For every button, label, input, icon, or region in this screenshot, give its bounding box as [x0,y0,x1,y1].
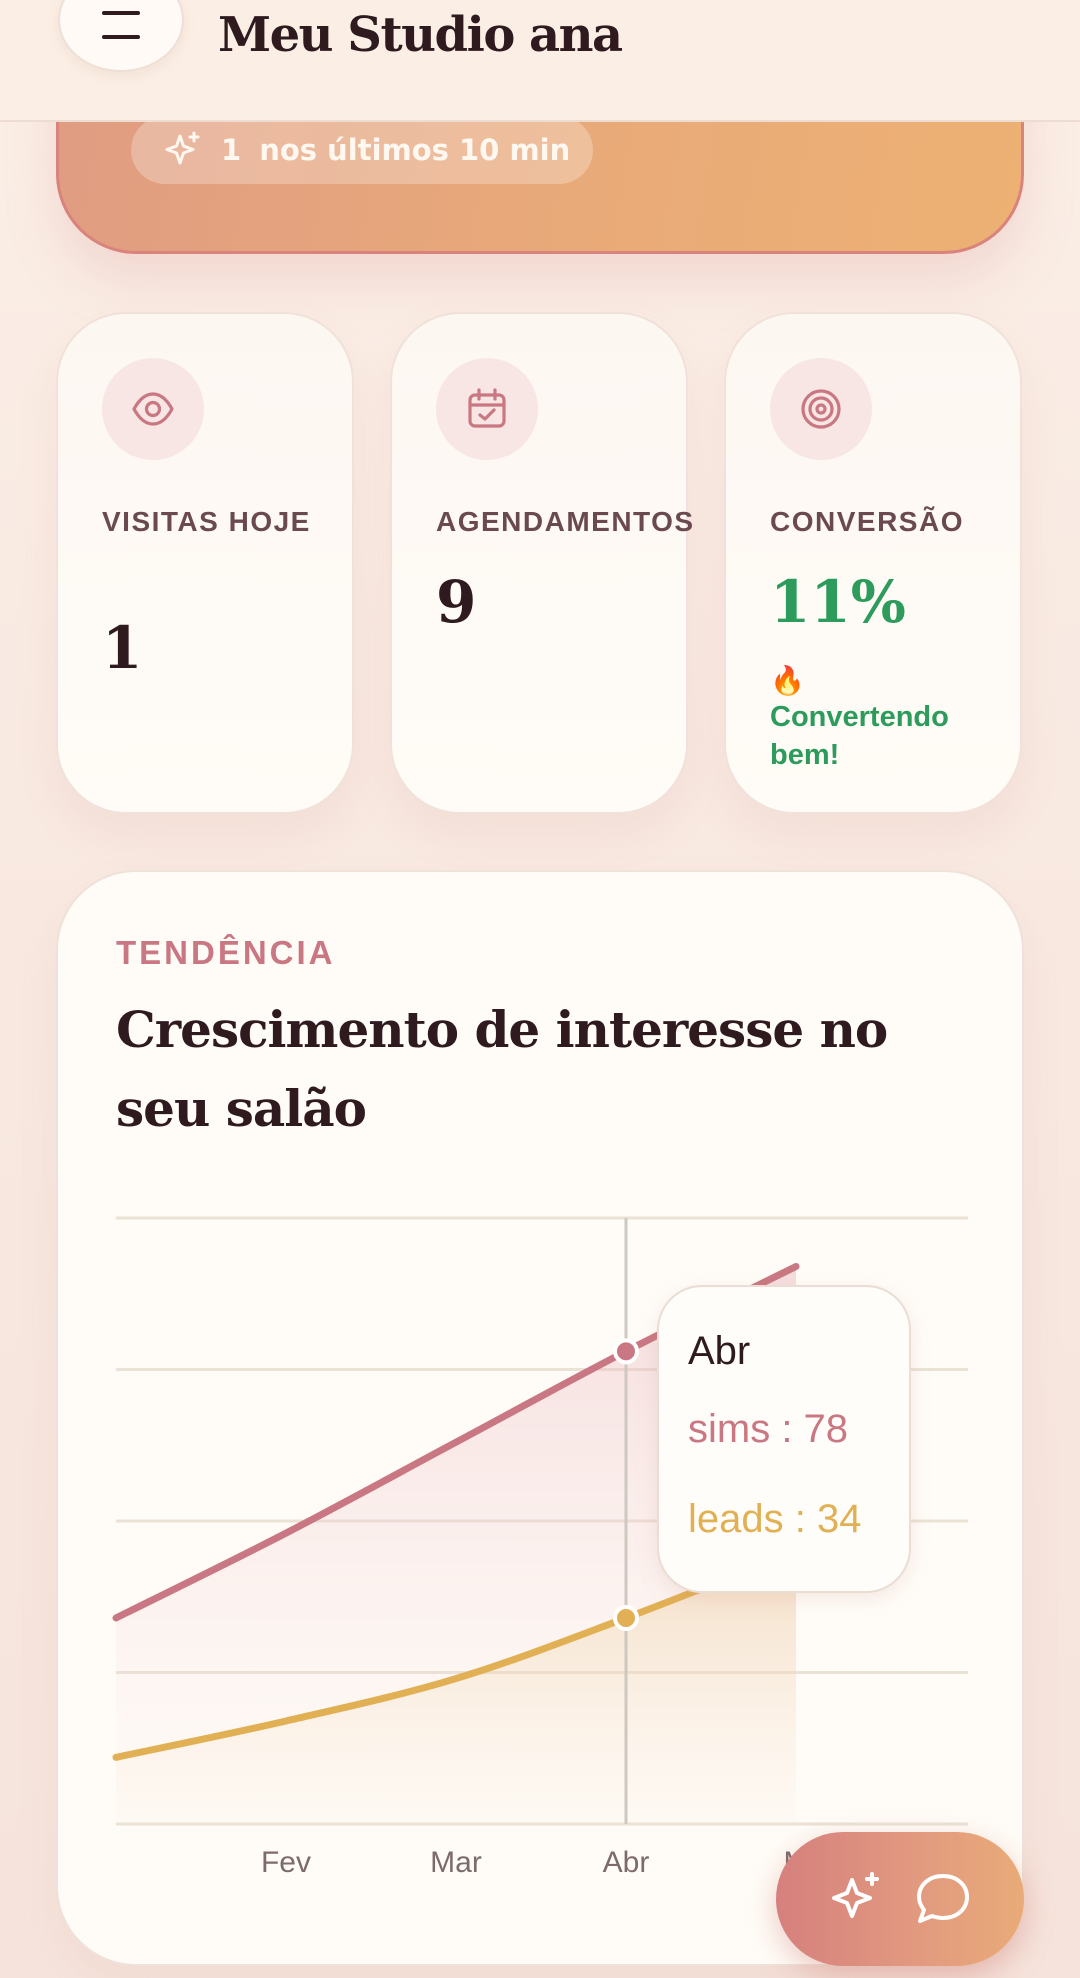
tooltip-value-sims: sims : 78 [688,1407,848,1451]
chat-bubble-icon [917,1874,969,1923]
hover-point-leads [613,1604,639,1631]
stat-value: 1 [102,614,143,682]
conversion-note-text: Convertendo bem! [770,701,949,771]
tooltip-value-leads: leads : 34 [688,1497,861,1541]
stat-icon-circle [770,358,872,460]
stat-label: VISITAS HOJE [102,506,311,537]
stat-label: CONVERSÃO [770,506,964,537]
menu-button[interactable] [58,0,184,72]
stat-card-visits[interactable]: VISITAS HOJE 1 [56,312,354,814]
sparkle-icon [165,131,200,165]
conversion-note: 🔥 Convertendo bem! [770,664,1000,774]
recent-count: 1 [221,133,242,167]
assistant-chat-button[interactable] [776,1832,1024,1966]
stat-card-appointments[interactable]: AGENDAMENTOS 9 [390,312,693,814]
app-header: Meu Studio ana [0,0,1080,122]
stat-label: AGENDAMENTOS [436,506,695,537]
x-tick-label: Fev [261,1846,311,1879]
x-tick-label: Abr [603,1846,650,1879]
stat-value: 11% [770,568,906,636]
stat-value: 9 [436,568,477,636]
calendar-check-icon [468,388,506,428]
tooltip-title: Abr [688,1329,750,1373]
hamburger-icon [102,11,140,39]
stat-card-conversion[interactable]: CONVERSÃO 11% 🔥 Convertendo bem! [724,312,1022,814]
stat-icon-circle [436,358,538,460]
hover-point-sims [613,1338,639,1365]
trend-chart[interactable]: FevMarAbrMAbrsims : 78leads : 34 [58,872,1026,1968]
recent-activity-pill: 1 nos últimos 10 min [131,116,593,184]
stat-icon-circle [102,358,204,460]
x-tick-label: Mar [430,1846,482,1879]
sparkle-icon [832,1872,879,1918]
trend-card: TENDÊNCIA Crescimento de interesse no se… [56,870,1024,1966]
recent-text: nos últimos 10 min [259,133,571,167]
eye-icon [132,392,174,426]
app-title: Meu Studio ana [218,7,623,63]
fire-icon: 🔥 [770,665,805,696]
target-icon [801,389,841,429]
